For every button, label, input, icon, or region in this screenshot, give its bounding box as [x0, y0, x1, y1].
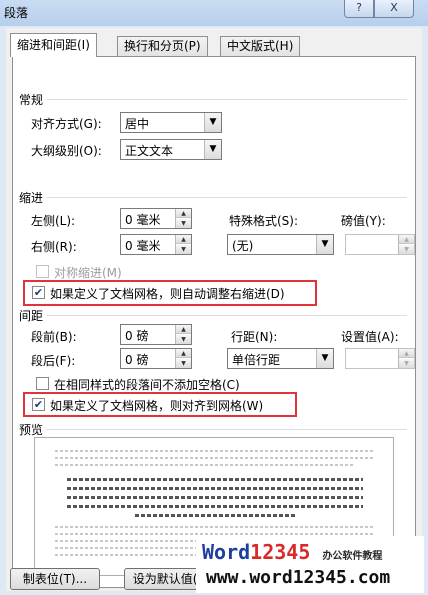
- window-title: 段落: [4, 6, 29, 20]
- space-after-stepper[interactable]: 0 磅 ▲ ▼: [120, 348, 192, 369]
- alignment-label: 对齐方式(G):: [31, 117, 102, 131]
- watermark-word: Word: [202, 540, 251, 564]
- space-after-value: 0 磅: [125, 353, 149, 367]
- chevron-down-icon[interactable]: ▼: [316, 349, 333, 368]
- tab-asian-typography[interactable]: 中文版式(H): [220, 36, 301, 56]
- spacing-at-stepper[interactable]: ▲ ▼: [345, 348, 415, 369]
- preview-prev-line: [55, 464, 355, 466]
- general-group-heading: 常规: [19, 93, 44, 107]
- spacing-group-heading: 间距: [19, 309, 44, 323]
- preview-next-line: [55, 526, 375, 528]
- help-button[interactable]: ?: [344, 0, 374, 18]
- alignment-select[interactable]: 居中 ▼: [120, 112, 222, 133]
- preview-divider: [47, 429, 407, 430]
- line-spacing-label: 行距(N):: [231, 330, 278, 344]
- help-icon: ?: [356, 1, 362, 14]
- indent-right-stepper[interactable]: 0 毫米 ▲ ▼: [120, 234, 192, 255]
- no-space-same-style-label: 在相同样式的段落间不添加空格(C): [54, 378, 240, 392]
- indent-by-label: 磅值(Y):: [341, 214, 386, 228]
- spin-down-icon[interactable]: ▼: [176, 219, 191, 228]
- tabs-button[interactable]: 制表位(T)...: [10, 568, 100, 590]
- space-before-label: 段前(B):: [31, 330, 77, 344]
- preview-prev-line: [55, 457, 375, 459]
- spin-down-icon[interactable]: ▼: [399, 245, 414, 254]
- watermark-brand: Word12345 办公软件教程: [202, 540, 382, 564]
- tab-label: 中文版式(H): [227, 39, 294, 53]
- indent-by-stepper[interactable]: ▲ ▼: [345, 234, 415, 255]
- spin-down-icon[interactable]: ▼: [176, 245, 191, 254]
- spin-up-icon[interactable]: ▲: [399, 235, 414, 244]
- tab-panel: 常规 对齐方式(G): 居中 ▼ 大纲级别(O): 正文文本 ▼ 缩进 左侧(L…: [12, 56, 416, 588]
- tab-line-page-breaks[interactable]: 换行和分页(P): [117, 36, 208, 56]
- tab-label: 缩进和间距(I): [17, 38, 90, 52]
- snap-to-grid-checkbox[interactable]: ✔: [32, 398, 45, 411]
- special-indent-label: 特殊格式(S):: [229, 214, 299, 228]
- chevron-down-icon[interactable]: ▼: [204, 140, 221, 159]
- indent-left-value: 0 毫米: [125, 213, 161, 227]
- spin-down-icon[interactable]: ▼: [176, 359, 191, 368]
- indent-group-heading: 缩进: [19, 191, 44, 205]
- watermark-tag: 办公软件教程: [322, 551, 383, 562]
- outline-level-select[interactable]: 正文文本 ▼: [120, 139, 222, 160]
- spin-up-icon[interactable]: ▲: [176, 325, 191, 334]
- preview-current-line: [135, 514, 295, 517]
- spin-up-icon[interactable]: ▲: [176, 235, 191, 244]
- space-before-stepper[interactable]: 0 磅 ▲ ▼: [120, 324, 192, 345]
- spin-up-icon[interactable]: ▲: [176, 349, 191, 358]
- preview-current-line: [67, 478, 363, 481]
- indent-left-stepper[interactable]: 0 毫米 ▲ ▼: [120, 208, 192, 229]
- space-after-label: 段后(F):: [31, 354, 76, 368]
- preview-current-line: [67, 487, 363, 490]
- tab-label: 换行和分页(P): [124, 39, 201, 53]
- preview-group-heading: 预览: [19, 423, 44, 437]
- outline-level-value: 正文文本: [125, 144, 174, 158]
- auto-adjust-indent-checkbox[interactable]: ✔: [32, 286, 45, 299]
- preview-next-line: [55, 533, 375, 535]
- special-indent-select[interactable]: (无) ▼: [227, 234, 334, 255]
- auto-adjust-indent-label: 如果定义了文档网格，则自动调整右缩进(D): [50, 287, 285, 301]
- spin-up-icon[interactable]: ▲: [399, 349, 414, 358]
- preview-current-line: [67, 505, 363, 508]
- special-indent-value: (无): [232, 239, 254, 253]
- indent-divider: [47, 197, 407, 198]
- title-bar: 段落 ? X: [0, 0, 428, 26]
- watermark-logo: Word12345 办公软件教程 www.word12345.com: [196, 536, 424, 593]
- preview-prev-line: [55, 450, 375, 452]
- spacing-at-label: 设置值(A):: [341, 330, 399, 344]
- line-spacing-value: 单倍行距: [232, 353, 281, 367]
- mirror-indent-label: 对称缩进(M): [54, 266, 122, 280]
- no-space-same-style-checkbox[interactable]: [36, 377, 49, 390]
- spin-down-icon[interactable]: ▼: [176, 335, 191, 344]
- spin-up-icon[interactable]: ▲: [176, 209, 191, 218]
- snap-to-grid-label: 如果定义了文档网格，则对齐到网格(W): [50, 399, 264, 413]
- watermark-digits: 12345: [250, 540, 311, 564]
- indent-left-label: 左侧(L):: [31, 214, 76, 228]
- spin-down-icon[interactable]: ▼: [399, 359, 414, 368]
- outline-level-label: 大纲级别(O):: [31, 144, 102, 158]
- tab-indent-spacing[interactable]: 缩进和间距(I): [10, 33, 97, 57]
- preview-current-line: [67, 496, 363, 499]
- general-divider: [47, 99, 407, 100]
- line-spacing-select[interactable]: 单倍行距 ▼: [227, 348, 334, 369]
- close-icon: X: [390, 1, 398, 14]
- indent-right-label: 右侧(R):: [31, 240, 77, 254]
- close-button[interactable]: X: [374, 0, 414, 18]
- mirror-indent-checkbox[interactable]: [36, 265, 49, 278]
- spacing-divider: [47, 315, 407, 316]
- dialog-client: 缩进和间距(I) 换行和分页(P) 中文版式(H) 常规 对齐方式(G): 居中…: [6, 28, 422, 591]
- watermark-url: www.word12345.com: [206, 567, 391, 588]
- chevron-down-icon[interactable]: ▼: [316, 235, 333, 254]
- alignment-value: 居中: [125, 117, 150, 131]
- chevron-down-icon[interactable]: ▼: [204, 113, 221, 132]
- space-before-value: 0 磅: [125, 329, 149, 343]
- indent-right-value: 0 毫米: [125, 239, 161, 253]
